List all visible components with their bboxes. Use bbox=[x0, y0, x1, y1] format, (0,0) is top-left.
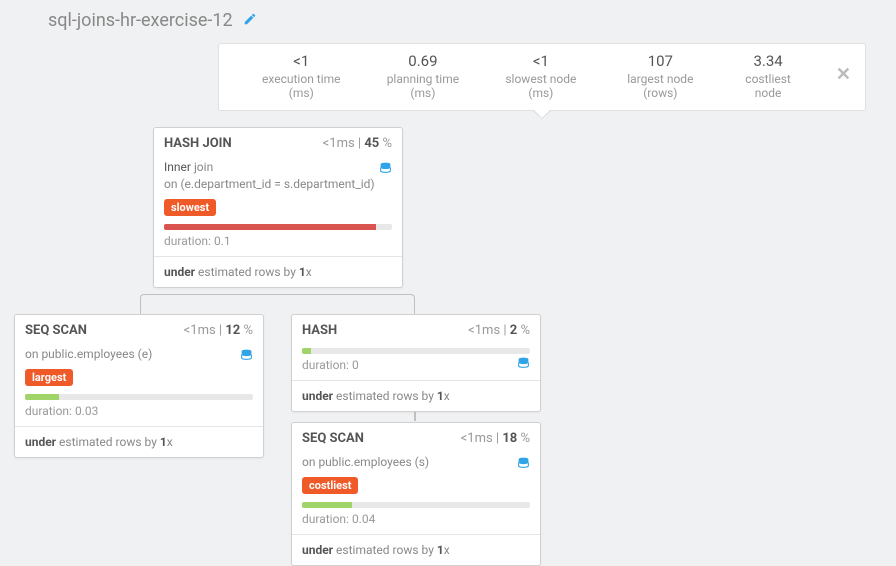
database-icon bbox=[240, 348, 253, 366]
edit-icon[interactable] bbox=[243, 12, 257, 30]
node-meta: <1ms | 12 % bbox=[184, 323, 253, 338]
duration-label: duration: 0.04 bbox=[302, 512, 530, 526]
stat-large: 107largest node (rows) bbox=[600, 52, 722, 100]
header: sql-joins-hr-exercise-12 bbox=[0, 0, 896, 43]
node-meta: <1ms | 45 % bbox=[323, 136, 392, 151]
database-icon bbox=[517, 456, 530, 474]
node-name: HASH JOIN bbox=[164, 136, 232, 151]
node-desc: on public.employees (e) bbox=[25, 346, 253, 363]
connector bbox=[414, 411, 416, 421]
stat-exec: <1execution time (ms) bbox=[239, 52, 364, 100]
plan-canvas: HASH JOIN <1ms | 45 % Inner joinon (e.dep… bbox=[0, 111, 896, 551]
node-desc: Inner joinon (e.department_id = s.depart… bbox=[164, 159, 392, 193]
close-icon[interactable]: ✕ bbox=[836, 64, 851, 85]
duration-label: duration: 0 bbox=[302, 358, 530, 372]
connector bbox=[140, 294, 415, 314]
duration-label: duration: 0.03 bbox=[25, 404, 253, 418]
stat-slow: <1slowest node (ms) bbox=[482, 52, 599, 100]
node-footer: under estimated rows by 1x bbox=[15, 426, 263, 457]
node-footer: under estimated rows by 1x bbox=[154, 256, 402, 287]
node-meta: <1ms | 2 % bbox=[468, 323, 530, 338]
database-icon bbox=[379, 161, 392, 179]
duration-bar bbox=[25, 394, 253, 400]
tag-slowest: slowest bbox=[164, 199, 216, 216]
stats-bar: <1execution time (ms) 0.69planning time … bbox=[218, 43, 866, 111]
tag-largest: largest bbox=[25, 369, 73, 386]
duration-bar bbox=[302, 502, 530, 508]
node-name: SEQ SCAN bbox=[25, 323, 87, 338]
duration-bar bbox=[302, 348, 530, 354]
node-footer: under estimated rows by 1x bbox=[292, 534, 540, 565]
node-desc: on public.employees (s) bbox=[302, 454, 530, 471]
duration-bar bbox=[164, 224, 392, 230]
node-meta: <1ms | 18 % bbox=[461, 431, 530, 446]
tag-costliest: costliest bbox=[302, 477, 358, 494]
node-seq-scan-s[interactable]: SEQ SCAN <1ms | 18 % on public.employees … bbox=[291, 422, 541, 566]
stat-cost: 3.34costliest node bbox=[721, 52, 815, 100]
node-name: SEQ SCAN bbox=[302, 431, 364, 446]
node-footer: under estimated rows by 1x bbox=[292, 380, 540, 411]
node-hash[interactable]: HASH <1ms | 2 % duration: 0 under estimat… bbox=[291, 314, 541, 412]
node-seq-scan-e[interactable]: SEQ SCAN <1ms | 12 % on public.employees … bbox=[14, 314, 264, 458]
page-title: sql-joins-hr-exercise-12 bbox=[48, 10, 233, 31]
node-name: HASH bbox=[302, 323, 337, 338]
duration-label: duration: 0.1 bbox=[164, 234, 392, 248]
stat-plan: 0.69planning time (ms) bbox=[364, 52, 483, 100]
database-icon bbox=[517, 356, 530, 374]
node-hash-join[interactable]: HASH JOIN <1ms | 45 % Inner joinon (e.dep… bbox=[153, 127, 403, 288]
